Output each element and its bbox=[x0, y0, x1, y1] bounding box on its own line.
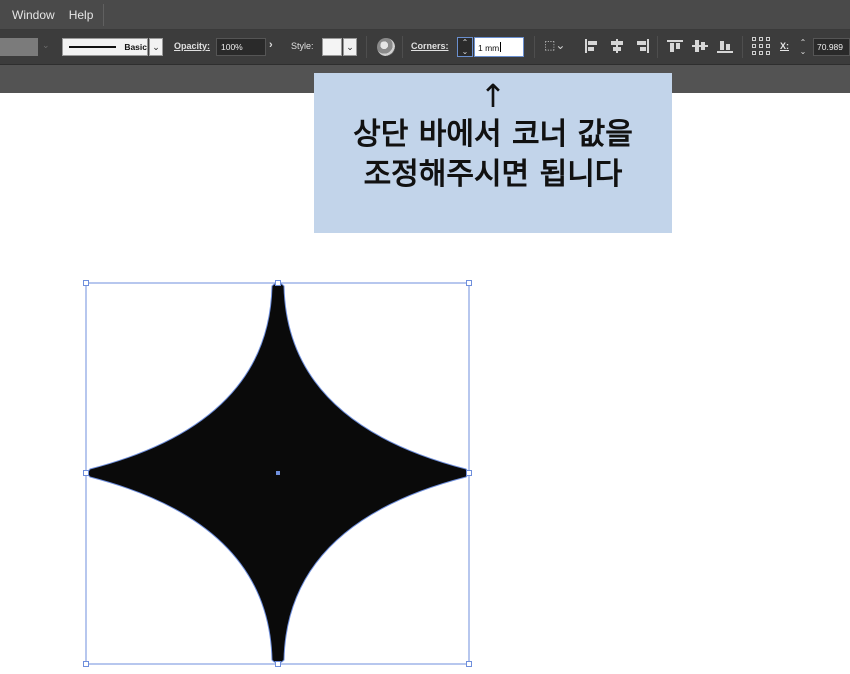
callout-text-line1: 상단 바에서 코너 값을 bbox=[353, 117, 633, 152]
align-bottom-icon[interactable] bbox=[717, 39, 733, 53]
stroke-profile-selector[interactable]: Basic bbox=[62, 38, 148, 56]
annotation-callout: ↑ 상단 바에서 코너 값을 조정해주시면 됩니다 bbox=[314, 73, 672, 233]
chevron-down-icon[interactable]: ⌄ bbox=[149, 38, 163, 56]
align-horizontal-center-icon[interactable] bbox=[609, 39, 625, 53]
stepper-arrows-icon[interactable]: ⌃ ⌄ bbox=[797, 38, 809, 56]
chevron-down-icon[interactable]: ⌄ bbox=[343, 38, 357, 56]
toolbar-separator bbox=[402, 36, 403, 58]
opacity-input[interactable]: 100% bbox=[216, 38, 266, 56]
stroke-line-preview bbox=[69, 46, 117, 48]
toolbar-separator bbox=[534, 36, 535, 58]
menu-help[interactable]: Help bbox=[69, 8, 94, 22]
fill-color-swatch[interactable] bbox=[0, 38, 38, 56]
menu-separator bbox=[103, 3, 105, 26]
toolbar-separator bbox=[366, 36, 367, 58]
menu-bar: Window Help bbox=[0, 0, 850, 30]
arrow-up-icon: ↑ bbox=[479, 77, 507, 115]
chevron-right-icon[interactable]: › bbox=[269, 39, 273, 51]
corners-value: 1 mm bbox=[478, 43, 500, 53]
align-left-icon[interactable] bbox=[584, 39, 600, 53]
text-caret bbox=[500, 42, 502, 52]
align-vertical-center-icon[interactable] bbox=[692, 39, 708, 53]
center-point bbox=[276, 471, 280, 475]
shape-options-icon[interactable]: ⬚⌄ bbox=[544, 38, 565, 52]
menu-window[interactable]: Window bbox=[12, 8, 55, 22]
x-position-input[interactable]: 70.989 bbox=[813, 38, 850, 56]
toolbar-separator bbox=[657, 36, 658, 58]
corners-label[interactable]: Corners: bbox=[411, 41, 449, 51]
chevron-down-icon[interactable]: ⌄ bbox=[42, 40, 50, 51]
stroke-profile-label: Basic bbox=[124, 42, 147, 52]
opacity-label[interactable]: Opacity: bbox=[174, 41, 210, 51]
corners-input[interactable]: 1 mm bbox=[474, 37, 524, 57]
toolbar-separator bbox=[742, 36, 743, 58]
recolor-artwork-icon[interactable] bbox=[377, 38, 395, 56]
style-label: Style: bbox=[291, 41, 314, 51]
align-top-icon[interactable] bbox=[667, 39, 683, 53]
graphic-style-swatch[interactable] bbox=[322, 38, 342, 56]
callout-text-line2: 조정해주시면 됩니다 bbox=[363, 157, 623, 192]
stepper-arrows-icon[interactable]: ⌃ ⌄ bbox=[457, 37, 473, 57]
reference-point-grid-icon[interactable] bbox=[752, 37, 770, 55]
control-bar: ⌄ Basic ⌄ Opacity: 100% › Style: ⌄ Corne… bbox=[0, 30, 850, 65]
align-right-icon[interactable] bbox=[634, 39, 650, 53]
x-label[interactable]: X: bbox=[780, 41, 789, 51]
